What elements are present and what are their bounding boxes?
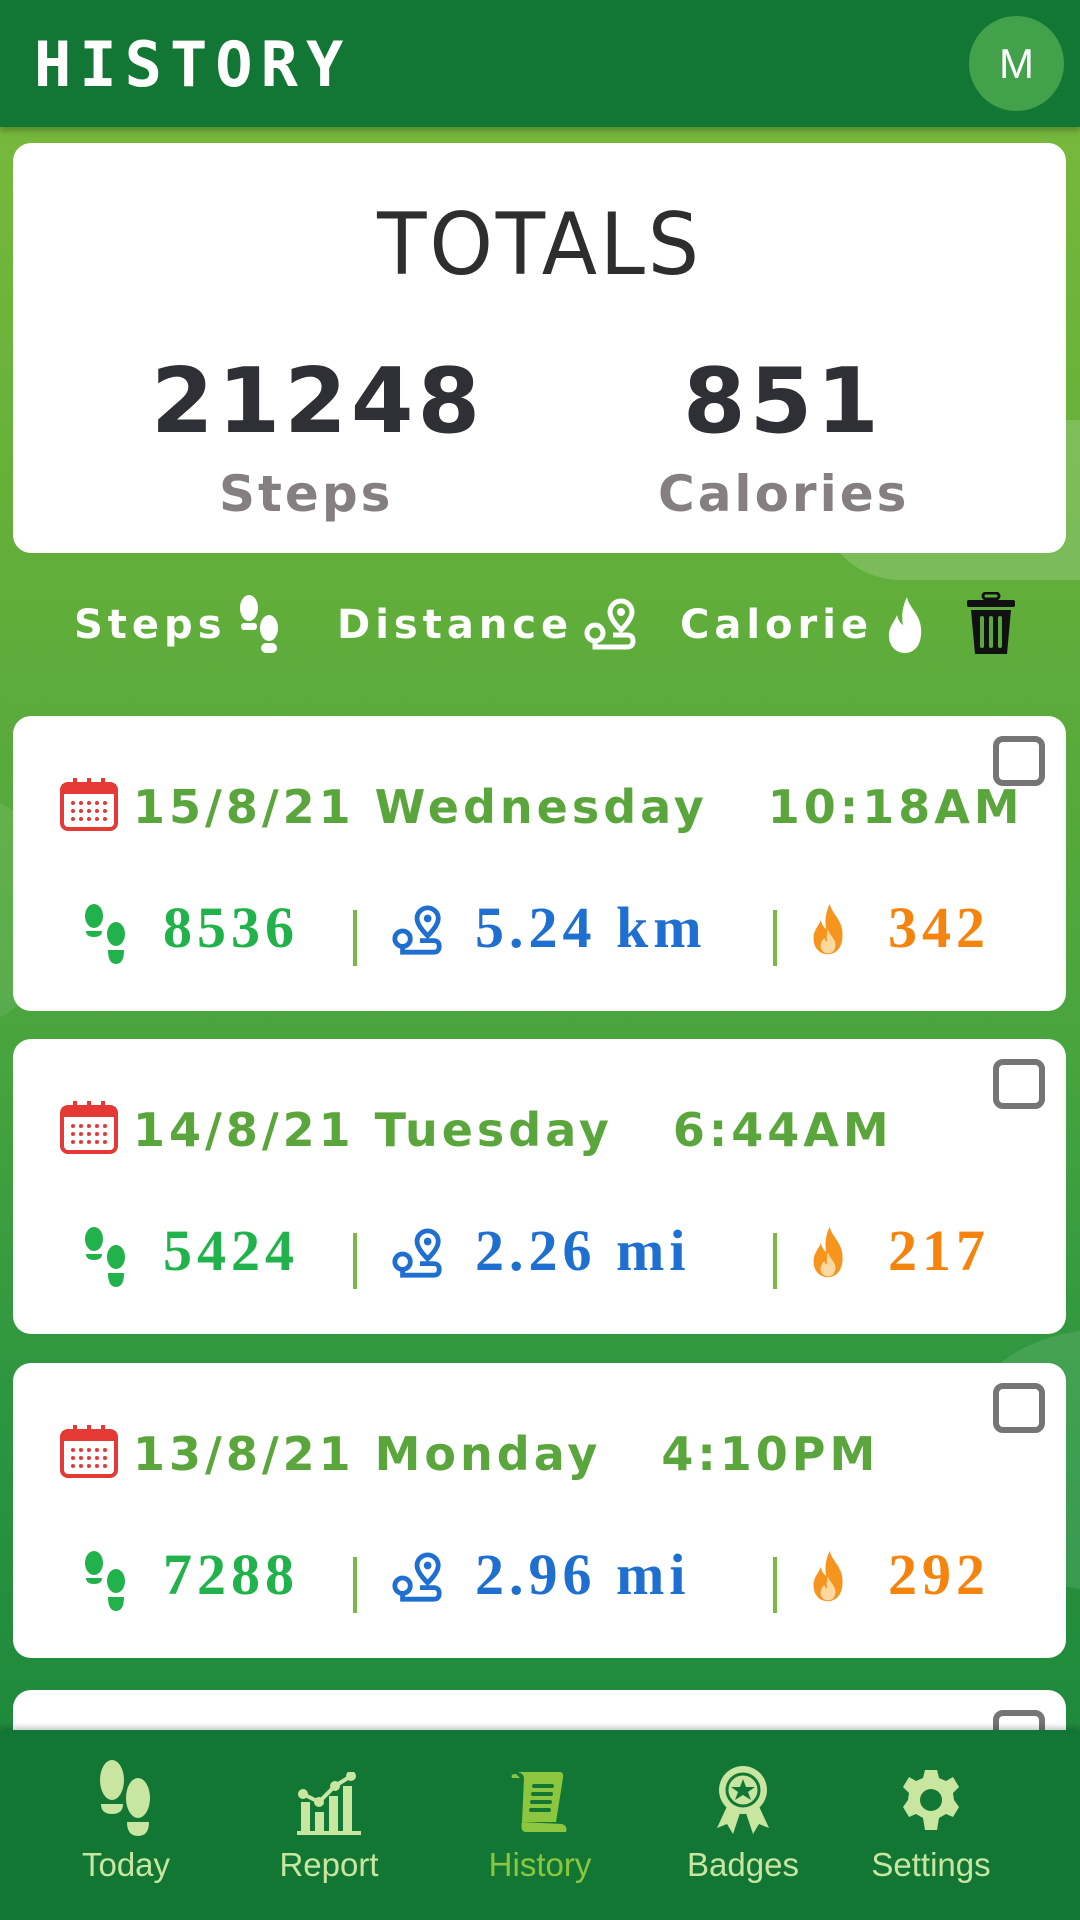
divider — [353, 1557, 357, 1613]
entry-calories: 292 — [888, 1542, 990, 1607]
route-icon — [392, 1228, 442, 1278]
divider — [353, 910, 357, 966]
history-card[interactable]: 15/8/21 Wednesday 10:18AM 8536 5.24 km 3… — [13, 716, 1066, 1011]
page-title: HISTORY — [34, 28, 352, 101]
entry-steps: 7288 — [163, 1542, 299, 1607]
footprints-icon — [239, 595, 278, 653]
nav-settings[interactable]: Settings — [831, 1730, 1031, 1920]
sort-calorie-label: Calorie — [680, 602, 874, 648]
select-checkbox[interactable] — [993, 736, 1045, 786]
entry-date: 14/8/21 Tuesday 6:44AM — [133, 1103, 893, 1157]
total-steps-label: Steps — [219, 465, 394, 523]
entry-date: 13/8/21 Monday 4:10PM — [133, 1427, 880, 1481]
entry-steps: 5424 — [163, 1218, 299, 1283]
footprints-icon — [85, 1551, 125, 1611]
route-icon — [584, 598, 636, 650]
divider — [773, 1233, 777, 1289]
bottom-navigation: Today Report History Badges Settings — [0, 1730, 1080, 1920]
divider — [773, 910, 777, 966]
scroll-icon — [511, 1772, 567, 1832]
sort-by-distance-button[interactable]: Distance — [337, 590, 639, 660]
history-card[interactable]: 14/8/21 Tuesday 6:44AM 5424 2.26 mi 217 — [13, 1039, 1066, 1334]
entry-distance: 2.26 mi — [475, 1218, 691, 1283]
totals-title: TOTALS — [377, 195, 702, 295]
nav-history[interactable]: History — [440, 1730, 640, 1920]
total-calories-value: 851 — [683, 349, 883, 454]
nav-badges[interactable]: Badges — [643, 1730, 843, 1920]
sort-bar: Steps Distance Calorie — [0, 590, 1080, 660]
footprints-icon — [100, 1760, 150, 1836]
flame-icon — [813, 1226, 843, 1278]
calendar-icon — [60, 778, 118, 831]
avatar[interactable]: M — [969, 16, 1064, 111]
total-calories-label: Calories — [658, 465, 910, 523]
flame-icon — [813, 903, 843, 955]
sort-by-steps-button[interactable]: Steps — [74, 590, 281, 660]
entry-calories: 217 — [888, 1218, 990, 1283]
route-icon — [392, 905, 442, 955]
badge-icon — [717, 1766, 769, 1834]
gear-icon — [903, 1770, 959, 1830]
sort-by-calorie-button[interactable]: Calorie — [680, 590, 927, 660]
delete-button[interactable] — [965, 592, 1017, 656]
flame-icon — [813, 1550, 843, 1602]
nav-settings-label: Settings — [871, 1846, 991, 1883]
nav-today[interactable]: Today — [26, 1730, 226, 1920]
sort-steps-label: Steps — [74, 602, 227, 648]
sort-distance-label: Distance — [337, 602, 574, 648]
entry-distance: 2.96 mi — [475, 1542, 691, 1607]
app-bar: HISTORY M — [0, 0, 1080, 127]
chart-icon — [297, 1772, 361, 1835]
entry-steps: 8536 — [163, 895, 299, 960]
nav-report[interactable]: Report — [229, 1730, 429, 1920]
nav-report-label: Report — [279, 1846, 379, 1883]
nav-today-label: Today — [81, 1846, 171, 1883]
route-icon — [392, 1552, 442, 1602]
calendar-icon — [60, 1425, 118, 1478]
divider — [353, 1233, 357, 1289]
history-card[interactable]: 13/8/21 Monday 4:10PM 7288 2.96 mi 292 — [13, 1363, 1066, 1658]
flame-icon — [889, 597, 922, 653]
footprints-icon — [85, 904, 125, 964]
nav-badges-label: Badges — [687, 1846, 799, 1883]
divider — [773, 1557, 777, 1613]
select-checkbox[interactable] — [993, 1059, 1045, 1109]
totals-card: TOTALS 21248 Steps 851 Calories — [13, 143, 1066, 553]
calendar-icon — [60, 1101, 118, 1154]
nav-history-label: History — [488, 1846, 592, 1883]
select-checkbox[interactable] — [993, 1383, 1045, 1433]
total-steps-value: 21248 — [151, 349, 485, 454]
entry-calories: 342 — [888, 895, 990, 960]
footprints-icon — [85, 1227, 125, 1287]
entry-date: 15/8/21 Wednesday 10:18AM — [133, 780, 1024, 834]
entry-distance: 5.24 km — [475, 895, 707, 960]
